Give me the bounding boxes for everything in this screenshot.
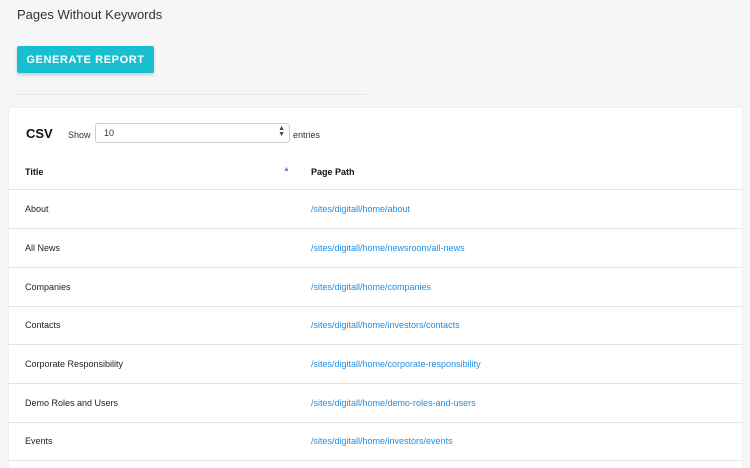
row-page-path-link[interactable]: /sites/digitall/home/investors/contacts bbox=[311, 320, 460, 330]
column-header-page-path[interactable]: Page Path bbox=[311, 167, 355, 177]
page-title: Pages Without Keywords bbox=[17, 7, 163, 22]
row-title: Contacts bbox=[25, 320, 61, 330]
entries-per-page-value: 10 bbox=[104, 128, 115, 138]
table-header: Title ▲ Page Path bbox=[9, 156, 742, 190]
table-row: About /sites/digitall/home/about bbox=[9, 190, 742, 229]
entries-label: entries bbox=[293, 130, 321, 140]
row-page-path-link[interactable]: /sites/digitall/home/about bbox=[311, 204, 410, 214]
row-title: All News bbox=[25, 243, 61, 253]
entries-per-page-select[interactable]: 10 ▲ ▼ bbox=[95, 123, 290, 143]
row-page-path-link[interactable]: /sites/digitall/home/newsroom/all-news bbox=[311, 243, 465, 253]
row-title: Corporate Responsibility bbox=[25, 359, 124, 369]
row-title: About bbox=[25, 204, 49, 214]
row-title: Demo Roles and Users bbox=[25, 398, 119, 408]
table-row: Companies /sites/digitall/home/companies bbox=[9, 268, 742, 307]
select-arrows-icon: ▲ ▼ bbox=[278, 125, 285, 138]
table-toolbar: CSV Show 10 ▲ ▼ entries bbox=[9, 122, 742, 146]
show-label: Show bbox=[68, 130, 91, 140]
row-page-path-link[interactable]: /sites/digitall/home/demo-roles-and-user… bbox=[311, 398, 476, 408]
row-title: Events bbox=[25, 436, 53, 446]
row-page-path-link[interactable]: /sites/digitall/home/investors/events bbox=[311, 436, 453, 446]
table-row: All News /sites/digitall/home/newsroom/a… bbox=[9, 229, 742, 268]
table-row: Contacts /sites/digitall/home/investors/… bbox=[9, 306, 742, 345]
table-row: Corporate Responsibility /sites/digitall… bbox=[9, 345, 742, 384]
table-row: Demo Roles and Users /sites/digitall/hom… bbox=[9, 384, 742, 423]
row-page-path-link[interactable]: /sites/digitall/home/corporate-responsib… bbox=[311, 359, 481, 369]
sort-ascending-icon[interactable]: ▲ bbox=[283, 166, 290, 173]
csv-export-button[interactable]: CSV bbox=[26, 126, 53, 141]
table-row: Events /sites/digitall/home/investors/ev… bbox=[9, 422, 742, 461]
divider bbox=[15, 94, 367, 95]
report-table-card: CSV Show 10 ▲ ▼ entries Title ▲ Page Path… bbox=[9, 108, 742, 468]
row-page-path-link[interactable]: /sites/digitall/home/companies bbox=[311, 282, 431, 292]
generate-report-button[interactable]: GENERATE REPORT bbox=[17, 46, 154, 73]
row-title: Companies bbox=[25, 282, 71, 292]
column-header-title[interactable]: Title bbox=[25, 167, 43, 177]
